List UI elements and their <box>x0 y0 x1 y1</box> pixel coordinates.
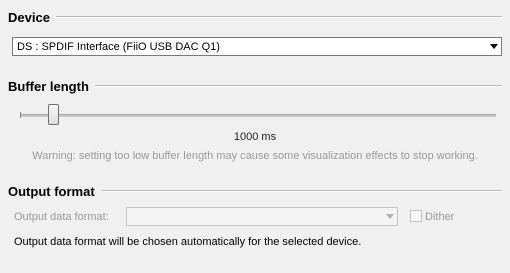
dither-checkbox[interactable] <box>410 210 422 222</box>
group-divider <box>55 16 502 18</box>
chevron-down-icon[interactable] <box>487 38 501 55</box>
output-data-format-select[interactable] <box>126 207 398 226</box>
output-settings-panel: Device DS : SPDIF Interface (FiiO USB DA… <box>0 0 510 273</box>
output-group-header: Output format <box>8 183 502 199</box>
device-group-header: Device <box>8 9 502 25</box>
dither-label[interactable]: Dither <box>425 211 454 223</box>
group-divider <box>100 190 502 192</box>
buffer-warning-text: Warning: setting too low buffer length m… <box>32 150 478 162</box>
buffer-slider-thumb[interactable] <box>47 104 59 125</box>
output-format-info-text: Output data format will be chosen automa… <box>14 236 362 248</box>
device-select-value: DS : SPDIF Interface (FiiO USB DAC Q1) <box>17 40 220 53</box>
buffer-slider-track[interactable] <box>20 114 496 117</box>
buffer-group-title: Buffer length <box>8 78 89 94</box>
chevron-down-icon[interactable] <box>383 208 397 225</box>
device-group-title: Device <box>8 9 50 25</box>
output-data-format-label: Output data format: <box>14 211 109 223</box>
buffer-slider-tick <box>20 112 21 118</box>
buffer-group-header: Buffer length <box>8 78 502 94</box>
group-divider <box>94 85 502 87</box>
device-select[interactable]: DS : SPDIF Interface (FiiO USB DAC Q1) <box>12 37 502 56</box>
buffer-value-label: 1000 ms <box>233 131 277 143</box>
output-group-title: Output format <box>8 183 95 199</box>
